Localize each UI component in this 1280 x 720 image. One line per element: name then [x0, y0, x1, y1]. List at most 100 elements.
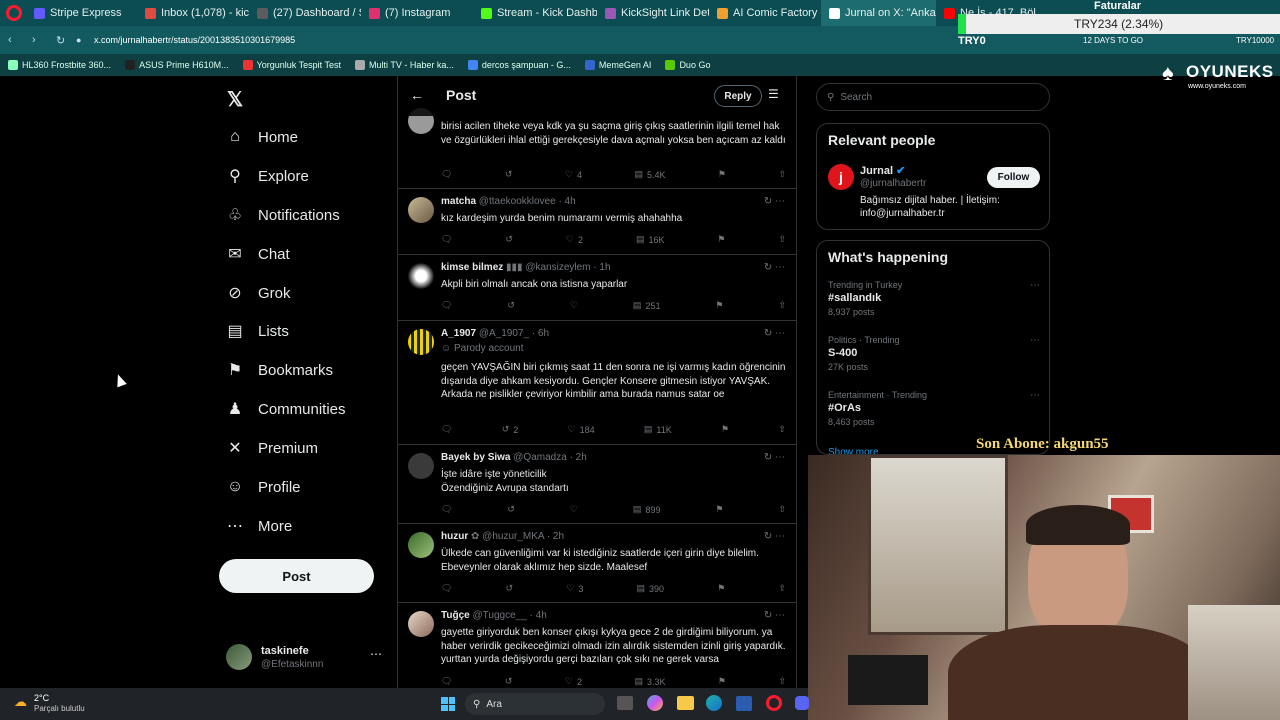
reply-icon[interactable]: 🗨	[441, 504, 452, 515]
more-dots-icon[interactable]: ⋯	[370, 647, 382, 661]
reply-item[interactable]: kimse bilmez ▮▮▮ @kansizeylem · 1h ↻ ⋯ A…	[398, 255, 796, 321]
more-dots-icon[interactable]: ↻ ⋯	[764, 452, 785, 463]
more-dots-icon[interactable]: ⋯	[1030, 390, 1040, 401]
browser-tab[interactable]: (7) Instagram	[361, 0, 473, 26]
reply-item[interactable]: huzur ✿ @huzur_MKA · 2h ↻ ⋯ Ülkede can g…	[398, 524, 796, 603]
browser-tab[interactable]: Inbox (1,078) - kicktaskin	[137, 0, 249, 26]
forward-icon[interactable]: ›	[32, 34, 46, 46]
show-more-link[interactable]: Show more	[828, 447, 879, 454]
like-button[interactable]: ♡ 184	[568, 424, 595, 435]
settings-sliders-icon[interactable]: ☰	[768, 87, 779, 101]
views-button[interactable]: ▤ 3.3K	[634, 676, 665, 687]
heart-icon[interactable]: ♡	[570, 504, 578, 515]
like-button[interactable]: ♡ 4	[565, 169, 582, 180]
nav-profile[interactable]: ☺ Profile	[226, 478, 301, 496]
like-button[interactable]: ♡ 2	[566, 234, 583, 245]
url-field[interactable]: x.com/jurnalhabertr/status/2001383510301…	[94, 35, 295, 45]
nav-bookmarks[interactable]: ⚑ Bookmarks	[226, 361, 333, 380]
more-dots-icon[interactable]: ↻ ⋯	[764, 531, 785, 542]
bookmark-item[interactable]: HL360 Frostbite 360...	[8, 60, 111, 70]
bookmark-icon[interactable]: ⚑	[715, 504, 723, 515]
post-button[interactable]: Post	[219, 559, 374, 593]
nav-communities[interactable]: ♟ Communities	[226, 400, 346, 419]
nav-chat[interactable]: ✉ Chat	[226, 245, 289, 264]
reply-icon[interactable]: 🗨	[441, 583, 452, 594]
windows-start-icon[interactable]	[441, 697, 455, 711]
share-icon[interactable]: ⇧	[778, 424, 786, 435]
reply-item[interactable]: birisi acilen tiheke veya kdk ya şu saçm…	[398, 104, 796, 189]
share-icon[interactable]: ⇧	[778, 504, 786, 515]
heart-icon[interactable]: ♡	[570, 300, 578, 311]
taskbar-search[interactable]: ⚲ Ara	[465, 693, 605, 715]
repost-icon[interactable]: ↺	[505, 234, 513, 245]
follow-button[interactable]: Follow	[987, 167, 1040, 188]
trend-item[interactable]: Entertainment · Trending #OrAs 8,463 pos…	[828, 390, 1040, 427]
repost-icon[interactable]: ↺	[507, 300, 515, 311]
repost-icon[interactable]: ↺	[506, 583, 514, 594]
views-button[interactable]: ▤ 899	[633, 504, 661, 515]
opera-taskbar-icon[interactable]	[766, 695, 782, 711]
browser-tab[interactable]: Stripe Express	[26, 0, 137, 26]
reply-icon[interactable]: 🗨	[441, 169, 452, 180]
browser-tab-active[interactable]: Jurnal on X: "Ankara'da k	[821, 0, 936, 26]
more-dots-icon[interactable]: ⋯	[1030, 335, 1040, 346]
back-icon[interactable]: ‹	[8, 34, 22, 46]
trend-item[interactable]: Trending in Turkey #sallandık 8,937 post…	[828, 280, 1040, 317]
views-button[interactable]: ▤ 5.4K	[634, 169, 665, 180]
repost-button[interactable]: ↺ 2	[502, 424, 519, 435]
views-button[interactable]: ▤ 16K	[636, 234, 665, 245]
trend-item[interactable]: Politics · Trending S-400 27K posts ⋯	[828, 335, 1040, 372]
nav-home[interactable]: ⌂ Home	[226, 128, 298, 146]
weather-widget[interactable]: ☁ 2°C Parçalı bulutlu	[14, 692, 124, 716]
browser-tab[interactable]: KickSight Link Detector	[597, 0, 709, 26]
file-explorer-icon[interactable]	[617, 696, 633, 710]
reply-icon[interactable]: 🗨	[441, 424, 452, 435]
reload-icon[interactable]: ↻	[56, 34, 70, 47]
repost-icon[interactable]: ↺	[505, 676, 513, 687]
nav-premium[interactable]: ✕ Premium	[226, 439, 318, 458]
bookmark-icon[interactable]: ⚑	[718, 676, 726, 687]
bookmark-item[interactable]: Yorgunluk Tespit Test	[242, 60, 341, 70]
more-dots-icon[interactable]: ↻ ⋯	[764, 196, 785, 207]
reply-item[interactable]: matcha @ttaekookklovee · 4h ↻ ⋯ kız kard…	[398, 189, 796, 255]
share-icon[interactable]: ⇧	[778, 234, 786, 245]
reply-button[interactable]: Reply	[714, 85, 762, 107]
reply-icon[interactable]: 🗨	[441, 234, 452, 245]
reply-item[interactable]: Bayek by Siwa @Qamadza · 2h ↻ ⋯ İşte idâ…	[398, 445, 796, 524]
views-button[interactable]: ▤ 251	[633, 300, 661, 311]
bookmark-item[interactable]: dercos şampuan - G...	[467, 60, 571, 70]
x-logo-icon[interactable]: 𝕏	[227, 87, 243, 112]
views-button[interactable]: ▤ 390	[637, 583, 665, 594]
nav-more[interactable]: ⋯ More	[226, 517, 292, 536]
share-icon[interactable]: ⇧	[778, 676, 786, 687]
repost-icon[interactable]: ↺	[505, 169, 513, 180]
more-dots-icon[interactable]: ↻ ⋯	[764, 610, 785, 621]
nav-grok[interactable]: ⊘ Grok	[226, 284, 290, 303]
like-button[interactable]: ♡ 2	[565, 676, 582, 687]
nav-lists[interactable]: ▤ Lists	[226, 322, 288, 341]
nav-notifications[interactable]: ♧ Notifications	[226, 206, 340, 225]
back-arrow-icon[interactable]: ←	[410, 87, 424, 103]
more-dots-icon[interactable]: ↻ ⋯	[764, 328, 785, 339]
account-switcher[interactable]: taskinefe @Efetaskinnn ⋯	[226, 642, 386, 674]
views-button[interactable]: ▤ 11K	[644, 424, 672, 435]
more-dots-icon[interactable]: ⋯	[1030, 280, 1040, 291]
copilot-icon[interactable]	[647, 695, 663, 711]
browser-tab[interactable]: (27) Dashboard / Streamla	[249, 0, 361, 26]
search-input[interactable]: ⚲ Search	[816, 83, 1050, 111]
reply-icon[interactable]: 🗨	[441, 676, 452, 687]
share-icon[interactable]: ⇧	[778, 583, 786, 594]
discord-icon[interactable]	[795, 696, 809, 710]
bookmark-item[interactable]: Multi TV - Haber ka...	[355, 60, 454, 70]
opera-icon[interactable]	[6, 5, 22, 21]
bookmark-item[interactable]: ASUS Prime H610M...	[125, 60, 229, 70]
bookmark-icon[interactable]: ⚑	[721, 424, 729, 435]
repost-icon[interactable]: ↺	[507, 504, 515, 515]
reply-item[interactable]: Tuğçe @Tuggce__ · 4h ↻ ⋯ gayette giriyor…	[398, 603, 796, 688]
edge-icon[interactable]	[706, 695, 722, 711]
like-button[interactable]: ♡ 3	[566, 583, 583, 594]
bookmark-icon[interactable]: ⚑	[718, 169, 726, 180]
bookmark-icon[interactable]: ⚑	[717, 583, 725, 594]
reply-item[interactable]: A_1907 @A_1907_ · 6h ↻ ⋯ ☺ Parody accoun…	[398, 321, 796, 445]
share-icon[interactable]: ⇧	[778, 169, 786, 180]
